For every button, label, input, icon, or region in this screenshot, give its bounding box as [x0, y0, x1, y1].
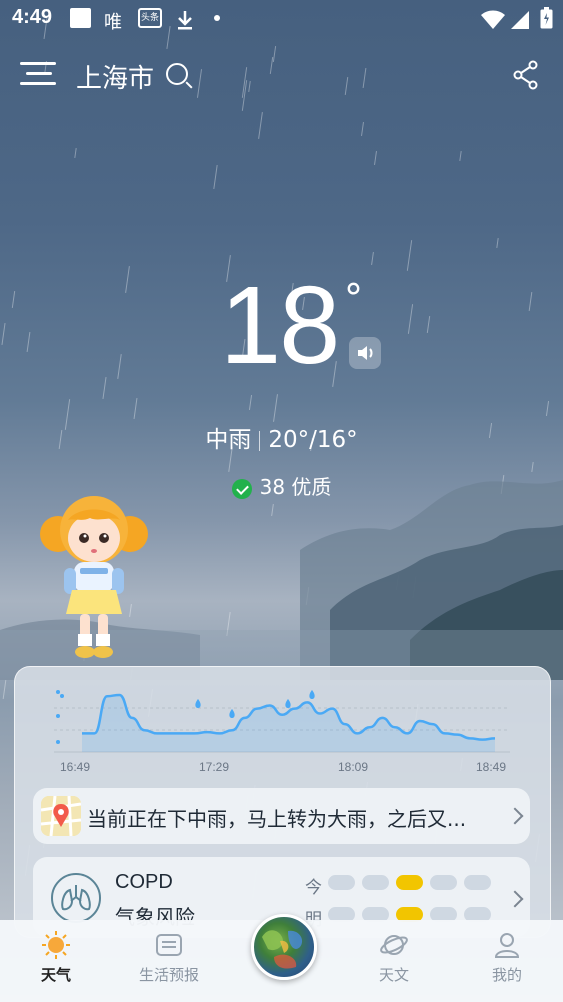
- weather-screen: 4:49 唯 头条 上海市 18 ° 中雨 20°/16° 38 优质 16:4…: [0, 0, 563, 1002]
- rain-streak: [2, 680, 7, 699]
- risk-level-pill: [328, 875, 355, 890]
- speaker-icon: [358, 346, 373, 360]
- status-time: 4:49: [12, 6, 53, 28]
- raindrop-icon: [56, 714, 60, 718]
- copd-title: COPD: [115, 871, 173, 893]
- wifi-icon: [481, 10, 505, 29]
- status-bar: 4:49 唯 头条: [0, 0, 563, 38]
- raindrop-marker: [229, 709, 235, 718]
- planet-icon: [380, 935, 408, 955]
- lung-icon: [51, 873, 101, 923]
- profile-icon: [494, 933, 520, 958]
- mascot-character[interactable]: [38, 488, 150, 668]
- rain-streak: [273, 394, 278, 422]
- risk-level-pill: [430, 875, 457, 890]
- rain-streak: [125, 266, 130, 293]
- leaf-icon: [231, 478, 252, 499]
- nav-label: 我的: [491, 966, 522, 984]
- rain-message-text: 当前正在下中雨，马上转为大雨，之后又...: [87, 807, 467, 831]
- time-tick: 17:29: [199, 760, 230, 774]
- condition-row: 中雨 20°/16°: [0, 420, 563, 454]
- chevron-right-icon: [506, 890, 524, 908]
- rain-streak: [213, 165, 218, 189]
- rain-streak: [102, 377, 107, 399]
- app-icon-wei: 唯: [104, 12, 122, 33]
- nav-label: 天气: [40, 966, 71, 984]
- chevron-right-icon: [506, 807, 524, 825]
- nav-tab-weather[interactable]: 天气: [11, 930, 101, 985]
- raindrop-marker: [309, 690, 315, 699]
- signal-icon: [511, 11, 529, 29]
- map-pin-icon: [41, 796, 81, 836]
- aqi-value: 38: [259, 475, 286, 499]
- nav-label: 天文: [378, 966, 409, 984]
- raindrop-icon: [56, 690, 60, 694]
- city-name[interactable]: 上海市: [76, 58, 154, 95]
- nav-tab-profile[interactable]: 我的: [462, 930, 552, 985]
- rain-streak: [361, 121, 364, 137]
- nav-label: 生活预报: [138, 966, 199, 984]
- rain-streak: [496, 237, 499, 249]
- rain-streak: [133, 398, 138, 419]
- rain-streak: [406, 240, 413, 271]
- rain-streak: [258, 112, 263, 139]
- rain-streak: [545, 401, 550, 416]
- dot-icon: [214, 15, 220, 21]
- raindrop-marker: [285, 699, 291, 708]
- share-icon[interactable]: [512, 60, 540, 90]
- sun-icon: [42, 931, 70, 959]
- rain-forecast-message[interactable]: 当前正在下中雨，马上转为大雨，之后又...: [33, 788, 530, 844]
- risk-level-pill: [396, 875, 423, 890]
- raindrop-icon: [56, 740, 60, 744]
- divider: [259, 430, 261, 451]
- risk-level-pill: [464, 875, 491, 890]
- folder-icon: [156, 934, 182, 956]
- time-tick: 18:49: [476, 760, 507, 774]
- search-icon[interactable]: [166, 63, 188, 85]
- app-header: 上海市: [0, 50, 563, 102]
- temperature-range: 20°/16°: [268, 427, 358, 453]
- risk-level-pill: [362, 875, 389, 890]
- aqi-label: 优质: [291, 475, 332, 499]
- rain-streak: [74, 147, 77, 159]
- rain-streak: [459, 150, 462, 162]
- rain-streak: [371, 251, 374, 266]
- rain-streak: [117, 354, 122, 379]
- today-label: 今: [305, 878, 322, 898]
- degree-symbol: °: [344, 276, 363, 320]
- time-tick: 18:09: [338, 760, 369, 774]
- current-temperature: 18: [220, 264, 340, 387]
- raindrop-icon: [60, 694, 64, 698]
- rain-streak: [11, 291, 16, 308]
- voice-broadcast-button[interactable]: [349, 337, 381, 369]
- rain-streak: [426, 316, 431, 333]
- rain-streak: [407, 304, 414, 334]
- toutiao-icon: 头条: [138, 8, 162, 28]
- rain-streak: [248, 395, 253, 410]
- nav-tab-life-forecast[interactable]: 生活预报: [124, 930, 214, 985]
- battery-icon: [540, 7, 553, 29]
- app-icon-white: [70, 8, 91, 28]
- weather-condition: 中雨: [205, 427, 252, 453]
- rain-streak: [26, 332, 31, 352]
- precipitation-chart[interactable]: [40, 680, 520, 790]
- rain-streak: [374, 150, 377, 166]
- radar-globe-button[interactable]: [251, 914, 317, 980]
- rain-streak: [1, 323, 6, 345]
- menu-icon[interactable]: [20, 60, 56, 88]
- download-icon: [178, 11, 192, 30]
- raindrop-marker: [195, 699, 201, 708]
- radar-globe-icon: [262, 930, 303, 969]
- rain-streak: [528, 292, 533, 311]
- nav-tab-astronomy[interactable]: 天文: [349, 930, 439, 985]
- time-tick: 16:49: [60, 760, 91, 774]
